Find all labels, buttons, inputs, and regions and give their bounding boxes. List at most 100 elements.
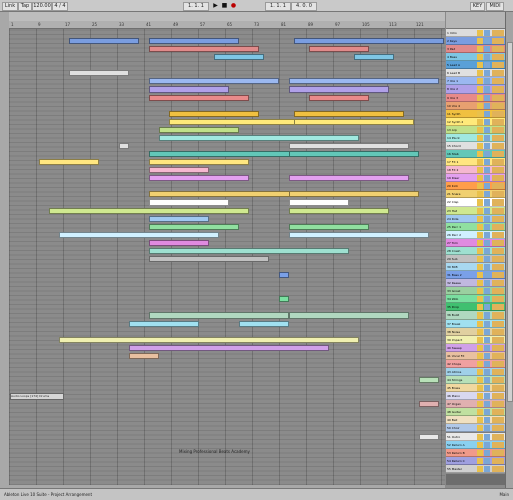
track-header[interactable]: 35 Drop xyxy=(446,303,505,312)
track-activator-button[interactable] xyxy=(477,223,483,230)
track-volume-field[interactable] xyxy=(492,70,504,77)
track-header[interactable]: 33 Growl xyxy=(446,287,505,296)
track-activator-button[interactable] xyxy=(477,280,483,287)
track-header[interactable]: 12 Synth 2 xyxy=(446,117,505,126)
arrangement-clip[interactable] xyxy=(294,118,414,125)
track-activator-button[interactable] xyxy=(477,328,483,335)
arrangement-clip[interactable] xyxy=(289,191,419,198)
track-volume-field[interactable] xyxy=(492,126,504,133)
arrangement-clip[interactable] xyxy=(289,199,349,206)
track-header[interactable]: 17 FX 1 xyxy=(446,158,505,167)
track-activator-button[interactable] xyxy=(477,368,483,375)
arrangement-clip[interactable] xyxy=(149,199,229,206)
track-header[interactable]: 39 Impact xyxy=(446,335,505,344)
track-volume-field[interactable] xyxy=(492,62,504,69)
track-activator-button[interactable] xyxy=(477,247,483,254)
track-activator-button[interactable] xyxy=(477,46,483,53)
arrangement-clip[interactable] xyxy=(239,320,289,327)
track-solo-button[interactable] xyxy=(484,62,490,69)
arrangement-clip[interactable] xyxy=(149,38,239,45)
arrangement-clip[interactable] xyxy=(294,38,444,45)
track-solo-button[interactable] xyxy=(484,134,490,141)
track-solo-button[interactable] xyxy=(484,38,490,45)
track-volume-field[interactable] xyxy=(492,401,504,408)
track-activator-button[interactable] xyxy=(477,433,483,440)
track-solo-button[interactable] xyxy=(484,409,490,416)
track-header[interactable]: 24 Ride xyxy=(446,214,505,223)
track-solo-button[interactable] xyxy=(484,352,490,359)
arrangement-clip[interactable] xyxy=(279,296,289,303)
track-header[interactable]: 2 Keys xyxy=(446,37,505,46)
track-header[interactable]: 54 Return C xyxy=(446,456,505,465)
track-volume-field[interactable] xyxy=(492,272,504,279)
track-volume-field[interactable] xyxy=(492,118,504,125)
track-activator-button[interactable] xyxy=(477,417,483,424)
track-volume-field[interactable] xyxy=(492,54,504,61)
track-header[interactable]: 7 Vox 1 xyxy=(446,77,505,86)
track-volume-field[interactable] xyxy=(492,167,504,174)
track-activator-button[interactable] xyxy=(477,38,483,45)
arrangement-clip[interactable] xyxy=(289,142,409,150)
arrangement-clip[interactable] xyxy=(69,70,129,77)
arrangement-clip[interactable] xyxy=(149,255,269,263)
track-activator-button[interactable] xyxy=(477,231,483,238)
track-volume-field[interactable] xyxy=(492,215,504,222)
track-header[interactable]: 9 Vox 3 xyxy=(446,93,505,102)
track-activator-button[interactable] xyxy=(477,191,483,198)
track-volume-field[interactable] xyxy=(492,94,504,101)
track-volume-field[interactable] xyxy=(492,320,504,327)
arrangement-clip[interactable] xyxy=(119,142,129,150)
track-solo-button[interactable] xyxy=(484,247,490,254)
track-activator-button[interactable] xyxy=(477,385,483,392)
arrangement-clip[interactable] xyxy=(149,78,279,85)
track-volume-field[interactable] xyxy=(492,377,504,384)
track-activator-button[interactable] xyxy=(477,255,483,263)
track-volume-field[interactable] xyxy=(492,304,504,311)
track-volume-field[interactable] xyxy=(492,183,504,190)
track-header[interactable]: 50 Choir xyxy=(446,424,505,433)
track-activator-button[interactable] xyxy=(477,118,483,125)
tap-button[interactable]: Tap xyxy=(18,2,32,11)
scrollbar-thumb[interactable] xyxy=(507,42,513,402)
track-solo-button[interactable] xyxy=(484,126,490,133)
track-activator-button[interactable] xyxy=(477,94,483,101)
track-volume-field[interactable] xyxy=(492,159,504,166)
track-header[interactable]: 52 Return A xyxy=(446,440,505,449)
arrangement-clip[interactable] xyxy=(289,151,419,158)
track-header[interactable]: 26 Perc 2 xyxy=(446,230,505,239)
track-volume-field[interactable] xyxy=(492,247,504,254)
track-header[interactable]: 38 Noise xyxy=(446,327,505,336)
arrangement-clip[interactable] xyxy=(129,344,329,351)
track-solo-button[interactable] xyxy=(484,159,490,166)
track-solo-button[interactable] xyxy=(484,78,490,85)
track-solo-button[interactable] xyxy=(484,457,490,464)
arrangement-clip[interactable] xyxy=(149,223,239,230)
track-activator-button[interactable] xyxy=(477,312,483,319)
track-solo-button[interactable] xyxy=(484,142,490,150)
track-activator-button[interactable] xyxy=(477,78,483,85)
track-activator-button[interactable] xyxy=(477,344,483,351)
track-volume-field[interactable] xyxy=(492,102,504,109)
track-header[interactable]: 20 Kick xyxy=(446,182,505,191)
track-activator-button[interactable] xyxy=(477,102,483,109)
track-activator-button[interactable] xyxy=(477,409,483,416)
track-volume-field[interactable] xyxy=(492,352,504,359)
track-header[interactable]: 43 Atmos xyxy=(446,367,505,376)
track-solo-button[interactable] xyxy=(484,183,490,190)
track-solo-button[interactable] xyxy=(484,312,490,319)
track-header[interactable]: 18 FX 2 xyxy=(446,166,505,175)
arrangement-clip[interactable] xyxy=(289,223,369,230)
track-header[interactable]: 13 Arp xyxy=(446,125,505,134)
track-header[interactable]: 46 Piano xyxy=(446,392,505,401)
track-solo-button[interactable] xyxy=(484,118,490,125)
track-volume-field[interactable] xyxy=(492,425,504,432)
track-activator-button[interactable] xyxy=(477,377,483,384)
track-header[interactable]: 4 Bass xyxy=(446,53,505,62)
track-activator-button[interactable] xyxy=(477,360,483,367)
track-header[interactable]: 21 Snare xyxy=(446,190,505,199)
track-header[interactable]: 16 Stab xyxy=(446,150,505,159)
arrangement-clip[interactable] xyxy=(419,377,439,384)
track-activator-button[interactable] xyxy=(477,183,483,190)
track-header[interactable]: 34 Wob xyxy=(446,295,505,304)
track-volume-field[interactable] xyxy=(492,360,504,367)
